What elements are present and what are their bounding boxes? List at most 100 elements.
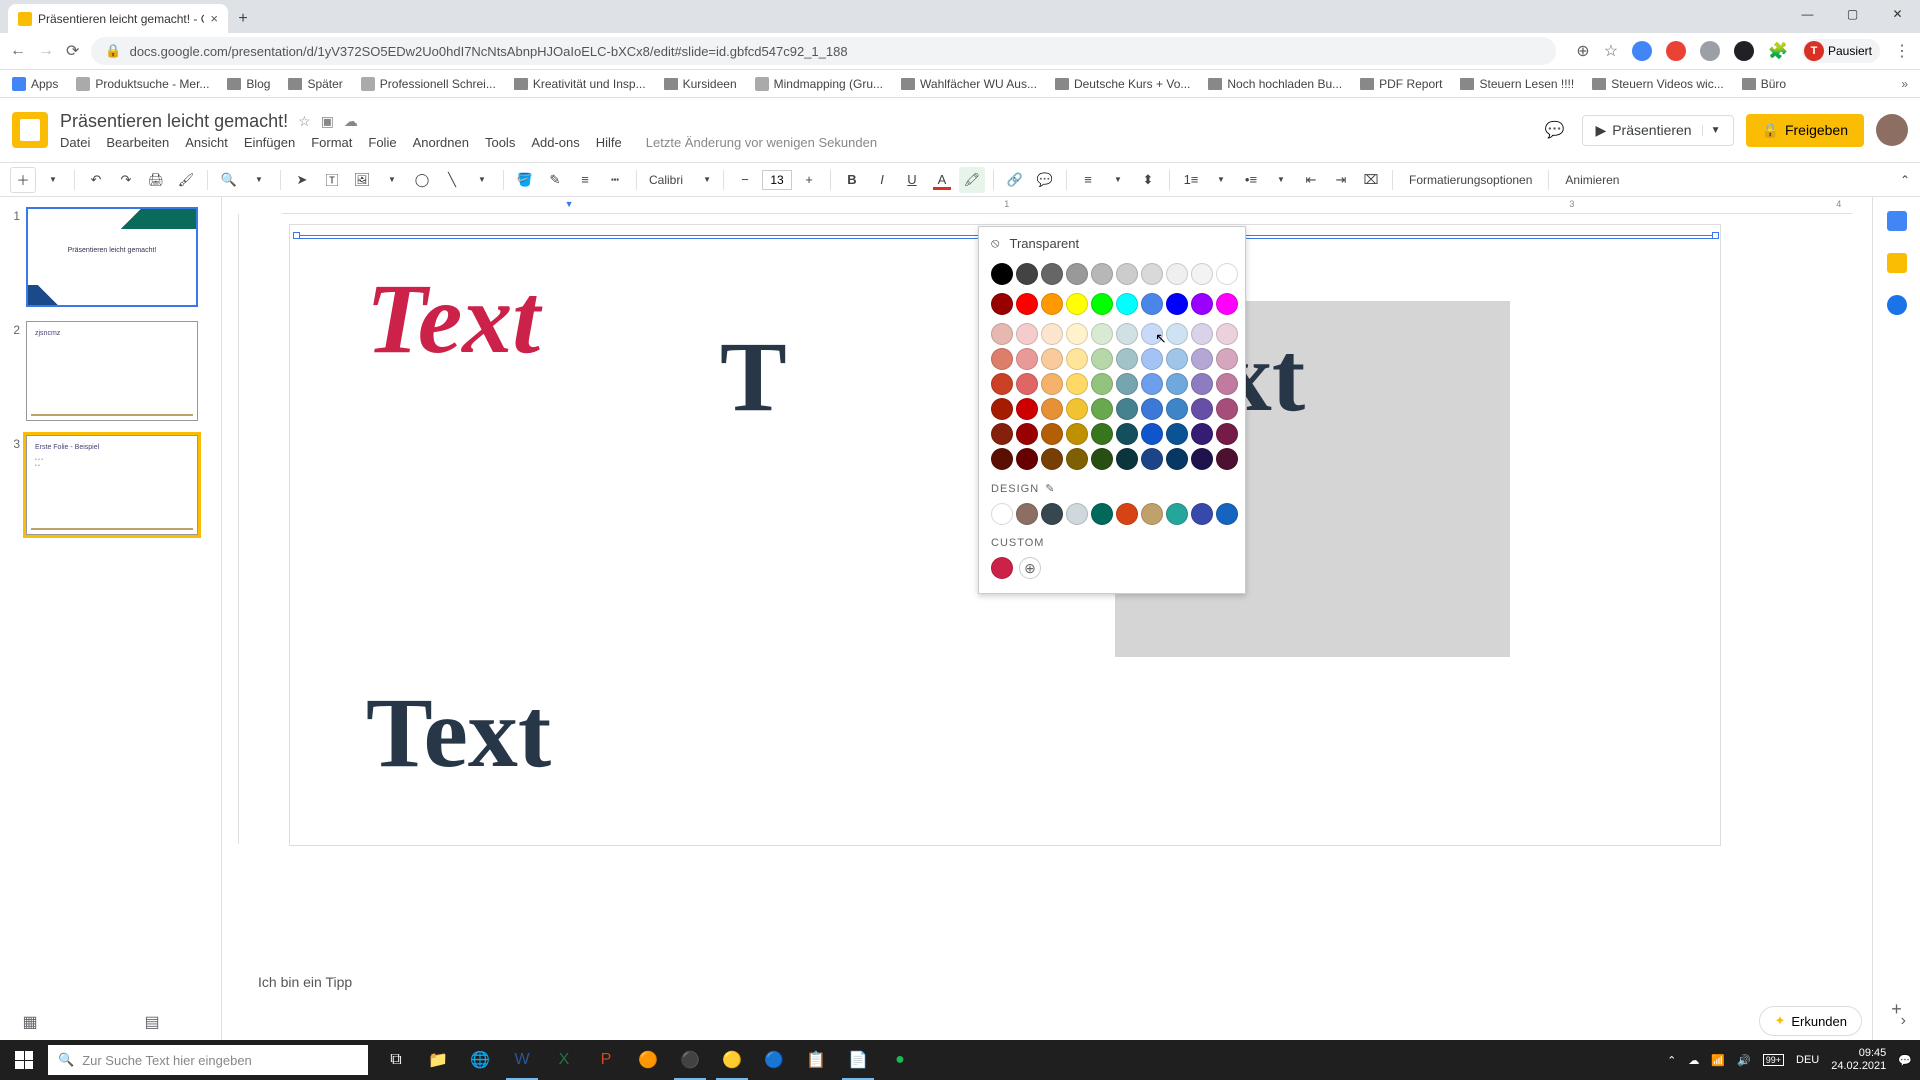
bold-button[interactable]: B [839,167,865,193]
present-dropdown-icon[interactable]: ▼ [1702,125,1721,136]
color-swatch[interactable] [1116,373,1138,395]
highlight-color-button[interactable]: 🖍 [959,167,985,193]
color-swatch[interactable] [991,423,1013,445]
move-doc-icon[interactable]: ▣ [321,113,334,130]
color-swatch[interactable] [1166,423,1188,445]
windows-search-box[interactable]: 🔍 Zur Suche Text hier eingeben [48,1045,368,1075]
color-swatch[interactable] [1191,448,1213,470]
menu-hilfe[interactable]: Hilfe [596,135,622,150]
color-swatch[interactable] [1191,348,1213,370]
color-swatch[interactable] [1116,293,1138,315]
bookmark-item[interactable]: Steuern Videos wic... [1592,77,1724,91]
color-swatch[interactable] [991,398,1013,420]
color-swatch[interactable] [1091,423,1113,445]
kebab-menu-icon[interactable]: ⋮ [1894,41,1910,61]
color-swatch[interactable] [1041,423,1063,445]
word-icon[interactable]: W [502,1040,542,1080]
menu-tools[interactable]: Tools [485,135,515,150]
color-swatch[interactable] [1016,503,1038,525]
present-button[interactable]: ▶ Präsentieren ▼ [1582,115,1733,146]
color-swatch[interactable] [991,323,1013,345]
select-tool[interactable]: ➤ [289,167,315,193]
color-swatch[interactable] [1141,373,1163,395]
font-size-decrease[interactable]: − [732,167,758,193]
explore-button[interactable]: ✦ Erkunden [1759,1006,1862,1036]
paint-format-button[interactable]: 🖌 [173,167,199,193]
color-swatch[interactable] [1166,448,1188,470]
color-swatch[interactable] [1116,503,1138,525]
color-swatch[interactable] [1091,373,1113,395]
color-swatch[interactable] [1166,263,1188,285]
align-button[interactable]: ≡ [1075,167,1101,193]
color-swatch[interactable] [1216,373,1238,395]
color-swatch[interactable] [1166,503,1188,525]
redo-button[interactable]: ↷ [113,167,139,193]
address-bar[interactable]: 🔒 docs.google.com/presentation/d/1yV372S… [91,37,1556,65]
back-button[interactable]: ← [10,42,26,60]
account-avatar[interactable] [1876,114,1908,146]
color-swatch[interactable] [1066,263,1088,285]
color-swatch[interactable] [1066,348,1088,370]
profile-chip[interactable]: T Pausiert [1802,39,1880,63]
indent-button[interactable]: ⇥ [1328,167,1354,193]
bulleted-list-button[interactable]: •≡ [1238,167,1264,193]
color-swatch[interactable] [991,373,1013,395]
shape-tool[interactable]: ◯ [409,167,435,193]
color-swatch[interactable] [991,348,1013,370]
font-size-increase[interactable]: + [796,167,822,193]
start-button[interactable] [0,1040,48,1080]
canvas-text-serif-1[interactable]: T [720,319,787,434]
canvas-text-serif-3[interactable]: Text [366,675,551,790]
italic-button[interactable]: I [869,167,895,193]
color-swatch[interactable] [1016,448,1038,470]
explorer-icon[interactable]: 📁 [418,1040,458,1080]
color-swatch[interactable] [1216,398,1238,420]
color-swatch[interactable] [1141,423,1163,445]
color-swatch[interactable] [1066,373,1088,395]
extension-icon-3[interactable] [1700,41,1720,61]
doc-title[interactable]: Präsentieren leicht gemacht! [60,111,288,132]
edit-theme-icon[interactable]: ✎ [1045,482,1055,495]
wifi-tray-icon[interactable]: 📶 [1711,1054,1725,1067]
color-swatch[interactable] [1116,348,1138,370]
menu-einfuegen[interactable]: Einfügen [244,135,295,150]
color-swatch[interactable] [1141,293,1163,315]
textbox-tool[interactable]: 🅃 [319,167,345,193]
color-swatch[interactable] [1191,263,1213,285]
color-swatch[interactable] [1041,348,1063,370]
bookmark-item[interactable]: Professionell Schrei... [361,77,496,91]
color-swatch[interactable] [1166,323,1188,345]
bookmark-item[interactable]: Kursideen [664,77,737,91]
slide-thumbnails-panel[interactable]: 1 Präsentieren leicht gemacht! 2 zjsncmz… [0,197,222,1040]
color-swatch[interactable] [991,263,1013,285]
bookmark-item[interactable]: Produktsuche - Mer... [76,77,209,91]
indent-marker-icon[interactable]: ▼ [565,199,574,209]
bookmark-item[interactable]: Später [288,77,342,91]
color-swatch[interactable] [1016,398,1038,420]
bookmark-item[interactable]: Deutsche Kurs + Vo... [1055,77,1190,91]
image-tool[interactable]: 🖼 [349,167,375,193]
reload-button[interactable]: ⟳ [66,41,79,61]
new-tab-button[interactable]: + [228,4,258,33]
insert-comment-button[interactable]: 💬 [1032,167,1058,193]
color-swatch[interactable] [1041,263,1063,285]
tasks-icon[interactable] [1887,295,1907,315]
speaker-notes[interactable]: Ich bin ein Tipp [258,970,1900,1000]
format-options-button[interactable]: Formatierungsoptionen [1401,173,1540,187]
color-swatch[interactable] [1216,293,1238,315]
extension-icon-4[interactable] [1734,41,1754,61]
underline-button[interactable]: U [899,167,925,193]
bookmark-item[interactable]: Noch hochladen Bu... [1208,77,1342,91]
menu-addons[interactable]: Add-ons [531,135,579,150]
color-swatch[interactable] [1216,423,1238,445]
color-swatch[interactable] [1191,293,1213,315]
app-icon-2[interactable]: 📋 [796,1040,836,1080]
color-swatch[interactable] [1166,293,1188,315]
color-swatch[interactable] [1141,448,1163,470]
bookmark-item[interactable]: PDF Report [1360,77,1442,91]
line-tool[interactable]: ╲ [439,167,465,193]
spotify-icon[interactable]: ● [880,1040,920,1080]
chrome-icon[interactable]: 🟡 [712,1040,752,1080]
font-family-select[interactable]: Calibri▼ [645,173,715,187]
line-spacing-button[interactable]: ⬍ [1135,167,1161,193]
